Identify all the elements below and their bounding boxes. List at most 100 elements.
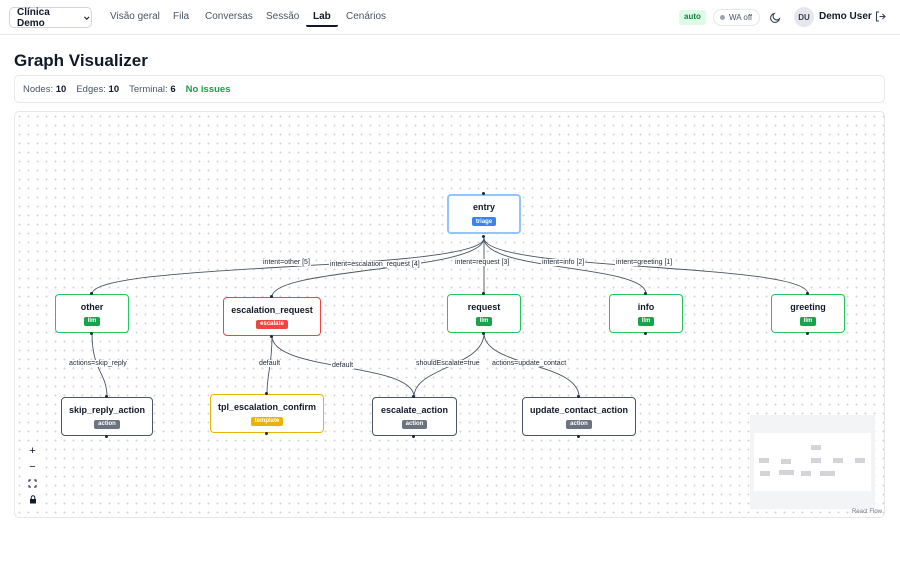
edge-label-info[interactable]: intent=info [2] [541,259,586,266]
nav-item-fila[interactable]: Fila [166,9,196,27]
node-label: greeting [790,301,826,312]
minimap-node [759,458,769,463]
fit-view-button[interactable] [25,475,40,491]
nodes-stat: Nodes: 10 [23,83,67,95]
graph-node-skip-reply-action[interactable]: skip_reply_action action [61,397,153,436]
node-type-badge: llm [637,316,655,326]
node-handle[interactable] [482,332,485,335]
graph-node-tpl-escalation-confirm[interactable]: tpl_escalation_confirm template [210,394,324,433]
node-handle[interactable] [577,395,580,398]
fit-view-icon [28,479,37,487]
edge-label-escalate-default[interactable]: default [331,362,355,369]
node-type-badge: action [94,419,120,429]
node-type-badge: escalate [256,319,288,329]
nav-item-conversas[interactable]: Conversas [198,9,260,27]
minimap[interactable] [750,415,875,509]
node-handle[interactable] [270,295,273,298]
graph-stats-bar: Nodes: 10 Edges: 10 Terminal: 6 No issue… [14,75,885,103]
graph-node-info[interactable]: info llm [609,294,683,333]
node-handle[interactable] [482,235,485,238]
edge-label-escalation[interactable]: intent=escalation_request [4] [329,261,421,268]
clinic-selector[interactable]: Clínica Demo [9,6,92,29]
node-handle[interactable] [482,192,485,195]
node-handle[interactable] [412,395,415,398]
minimap-viewport[interactable] [754,433,871,491]
minimap-node [855,458,865,463]
minimap-node [760,471,770,476]
node-type-badge: action [566,419,592,429]
node-label: entry [472,202,495,212]
status-dot-icon [720,15,725,20]
top-navigation: Clínica Demo Visão geral Fila Conversas … [0,0,900,35]
validation-status: No issues [185,83,231,95]
edge-label-greeting[interactable]: intent=greeting [1] [615,259,674,266]
minimap-node [811,445,821,450]
moon-icon[interactable] [769,10,783,24]
node-handle[interactable] [806,292,809,295]
avatar[interactable]: DU [794,7,814,27]
zoom-in-button[interactable]: + [25,443,40,459]
lock-button[interactable] [25,491,40,507]
logout-icon[interactable] [874,10,887,23]
edge-label-tpl-default[interactable]: default [258,360,282,367]
node-handle[interactable] [105,435,108,438]
edge-label-should-escalate[interactable]: shouldEscalate=true [415,360,481,367]
edge-entry-other [91,237,485,295]
node-type-badge: triage [471,217,497,226]
nav-item-lab[interactable]: Lab [306,9,338,27]
graph-canvas[interactable]: intent=other [5] intent=escalation_reque… [14,111,885,518]
graph-node-escalation-request[interactable]: escalation_request escalate [223,297,321,336]
terminal-stat: Terminal: 6 [129,83,176,95]
nav-item-visao-geral[interactable]: Visão geral [103,9,167,27]
node-handle[interactable] [644,332,647,335]
edge-label-request[interactable]: intent=request [3] [454,259,511,266]
whatsapp-status-label: WA off [729,13,753,22]
edges-stat: Edges: 10 [76,83,120,95]
zoom-controls: + − [25,443,40,507]
nav-item-sessao[interactable]: Sessão [259,9,306,27]
graph-node-update-contact-action[interactable]: update_contact_action action [522,397,636,436]
clinic-name: Clínica Demo [17,6,50,29]
node-handle[interactable] [90,292,93,295]
node-label: update_contact_action [529,404,629,415]
node-label: info [637,301,655,312]
whatsapp-status-badge[interactable]: WA off [713,9,761,26]
node-handle[interactable] [265,432,268,435]
edge-label-update-contact[interactable]: actions=update_contact [491,360,568,367]
minimap-node [801,471,811,476]
user-name: Demo User [819,11,872,22]
graph-node-greeting[interactable]: greeting llm [771,294,845,333]
node-label: tpl_escalation_confirm [217,401,317,412]
node-handle[interactable] [806,332,809,335]
node-type-badge: action [401,419,428,429]
graph-node-other[interactable]: other llm [55,294,129,333]
node-type-badge: llm [475,316,493,326]
node-handle[interactable] [412,435,415,438]
node-handle[interactable] [105,395,108,398]
node-handle[interactable] [265,392,268,395]
graph-node-request[interactable]: request llm [447,294,521,333]
node-type-badge: template [250,416,284,426]
node-label: other [80,301,104,312]
node-handle[interactable] [577,435,580,438]
zoom-out-button[interactable]: − [25,459,40,475]
auto-mode-badge[interactable]: auto [679,10,706,25]
edge-label-skip[interactable]: actions=skip_reply [68,360,128,367]
react-flow-attribution[interactable]: React Flow [852,509,882,515]
edge-label-other[interactable]: intent=other [5] [262,259,311,266]
graph-node-entry[interactable]: entry triage [447,194,521,234]
node-label: skip_reply_action [68,404,146,415]
nav-item-cenarios[interactable]: Cenários [339,9,393,27]
graph-node-escalate-action[interactable]: escalate_action action [372,397,457,436]
node-handle[interactable] [644,292,647,295]
minimap-node [811,458,821,463]
edge-entry-greeting [483,237,809,295]
node-label: escalate_action [380,404,449,415]
node-type-badge: llm [799,316,817,326]
node-handle[interactable] [90,332,93,335]
node-handle[interactable] [482,292,485,295]
minimap-node [833,458,843,463]
edge-entry-info [483,237,647,295]
node-handle[interactable] [270,335,273,338]
lock-icon [29,494,36,503]
